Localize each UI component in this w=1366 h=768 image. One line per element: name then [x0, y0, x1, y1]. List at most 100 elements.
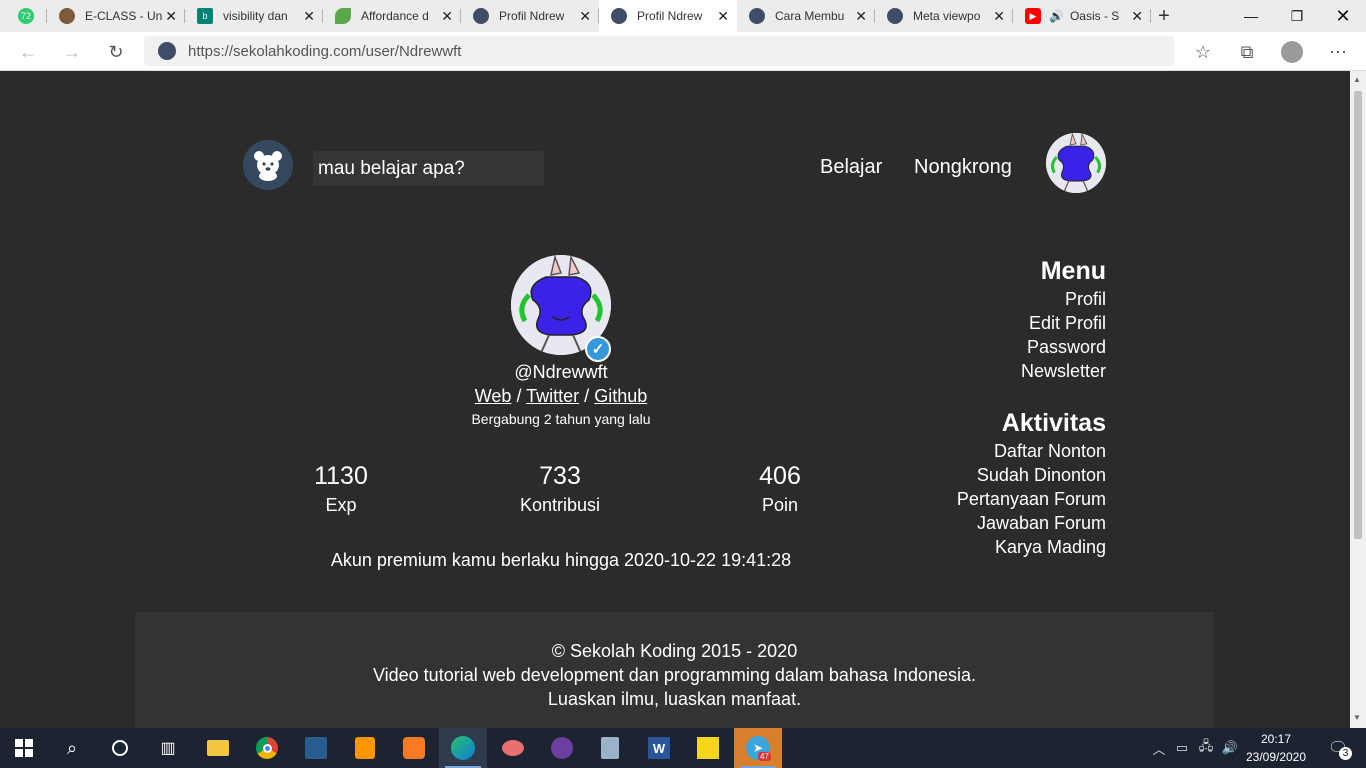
paint-icon[interactable] — [489, 728, 537, 768]
tab-title: Oasis - S — [1069, 9, 1120, 23]
notification-count: 3 — [1339, 747, 1352, 760]
close-icon[interactable]: ✕ — [993, 8, 1005, 25]
footer-copyright: © Sekolah Koding 2015 - 2020 — [551, 641, 798, 661]
close-icon[interactable]: ✕ — [165, 8, 177, 25]
close-icon[interactable]: ✕ — [441, 8, 453, 25]
tab-profil-1[interactable]: Profil Ndrew ✕ — [461, 0, 599, 32]
activity-item-daftar-nonton[interactable]: Daftar Nonton — [994, 441, 1106, 462]
profile-social-links: Web / Twitter / Github — [361, 386, 761, 407]
notification-center-icon[interactable]: 🗨 3 — [1320, 728, 1356, 768]
user-avatar-image — [1046, 133, 1106, 193]
word-icon[interactable]: W — [635, 728, 683, 768]
tab-visibility[interactable]: b visibility dan ✕ — [185, 0, 323, 32]
menu-item-newsletter[interactable]: Newsletter — [1021, 361, 1106, 382]
sekolahkoding-icon — [473, 8, 489, 24]
sekolahkoding-icon — [611, 8, 627, 24]
tab-title: Meta viewpo — [913, 9, 981, 23]
edge-icon[interactable] — [439, 728, 487, 768]
tab-meta-viewport[interactable]: Meta viewpo ✕ — [875, 0, 1013, 32]
tab-title: Profil Ndrew — [637, 9, 703, 23]
leaf-icon — [335, 8, 351, 24]
tab-profil-active[interactable]: Profil Ndrew ✕ — [599, 0, 737, 32]
tab-cara-membuat[interactable]: Cara Membu ✕ — [737, 0, 875, 32]
collections-icon[interactable]: ⧉ — [1233, 38, 1261, 66]
premium-notice: Akun premium kamu berlaku hingga 2020-10… — [330, 550, 792, 570]
forward-button[interactable]: → — [58, 38, 86, 66]
menu-item-edit-profil[interactable]: Edit Profil — [1029, 313, 1106, 334]
file-explorer-icon[interactable] — [194, 728, 242, 768]
chrome-icon[interactable] — [243, 728, 291, 768]
tab-badge-count: 72 — [20, 11, 31, 21]
site-info-icon[interactable] — [158, 42, 176, 60]
url-text[interactable]: https://sekolahkoding.com/user/Ndrewwft — [188, 43, 461, 60]
network-icon[interactable]: 🖧 — [1196, 728, 1216, 768]
profile-username: @Ndrewwft — [514, 362, 608, 382]
close-icon[interactable]: ✕ — [1131, 8, 1143, 25]
tab-eclass[interactable]: E-CLASS - Un ✕ — [47, 0, 185, 32]
address-bar[interactable]: https://sekolahkoding.com/user/Ndrewwft — [144, 36, 1174, 66]
tab-oasis[interactable]: ▶ 🔊 Oasis - S ✕ — [1013, 0, 1151, 32]
restore-button[interactable]: ❐ — [1274, 0, 1320, 32]
menu-item-profil[interactable]: Profil — [1065, 289, 1106, 310]
sticky-notes-icon[interactable] — [684, 728, 732, 768]
mysql-workbench-icon[interactable] — [292, 728, 340, 768]
volume-icon[interactable]: 🔊 — [1220, 728, 1240, 768]
back-button[interactable]: ← — [14, 38, 42, 66]
link-separator: / — [584, 386, 590, 406]
task-view-icon[interactable]: ▥ — [144, 728, 192, 768]
minimize-button[interactable]: — — [1228, 0, 1274, 32]
tab-affordance[interactable]: Affordance d ✕ — [323, 0, 461, 32]
footer-tagline: Video tutorial web development dan progr… — [372, 665, 977, 685]
tab-pinned[interactable]: 72 — [0, 0, 47, 32]
refresh-button[interactable]: ↻ — [102, 38, 130, 66]
tray-chevron-icon[interactable]: ︿ — [1150, 728, 1168, 768]
battery-icon[interactable]: ▭ — [1172, 728, 1192, 768]
search-input[interactable] — [313, 151, 544, 186]
start-button[interactable] — [0, 728, 48, 768]
green-badge-icon: 72 — [18, 8, 34, 24]
new-tab-button[interactable]: + — [1152, 4, 1176, 28]
scroll-thumb[interactable] — [1354, 91, 1362, 539]
close-icon[interactable]: ✕ — [855, 8, 867, 25]
telegram-icon[interactable]: ➤ 47 — [734, 728, 782, 768]
xampp-icon[interactable] — [390, 728, 438, 768]
cortana-icon[interactable] — [96, 728, 144, 768]
activity-item-pertanyaan-forum[interactable]: Pertanyaan Forum — [957, 489, 1106, 510]
profile-avatar[interactable] — [1278, 38, 1306, 66]
close-icon[interactable]: ✕ — [579, 8, 591, 25]
header-avatar[interactable] — [1046, 133, 1106, 193]
media-player-icon[interactable] — [538, 728, 586, 768]
search-icon[interactable]: ⌕ — [48, 728, 96, 768]
stat-poin-value: 406 — [759, 462, 801, 490]
sekolahkoding-icon — [749, 8, 765, 24]
sekolahkoding-logo[interactable] — [243, 140, 293, 190]
activity-item-sudah-dinonton[interactable]: Sudah Dinonton — [977, 465, 1106, 486]
clock[interactable]: 20:17 23/09/2020 — [1240, 730, 1312, 766]
close-icon[interactable]: ✕ — [717, 8, 729, 25]
link-twitter[interactable]: Twitter — [526, 386, 579, 406]
speaker-icon[interactable]: 🔊 — [1049, 9, 1064, 23]
favorites-icon[interactable]: ☆ — [1189, 38, 1217, 66]
clock-date: 23/09/2020 — [1245, 750, 1307, 764]
close-icon[interactable]: ✕ — [303, 8, 315, 25]
bear-icon — [254, 151, 282, 181]
link-web[interactable]: Web — [475, 386, 512, 406]
scroll-up-icon[interactable]: ▲ — [1353, 75, 1361, 84]
calculator-icon[interactable] — [586, 728, 634, 768]
browser-tab-strip: 72 E-CLASS - Un ✕ b visibility dan ✕ Aff… — [0, 0, 1366, 32]
verified-badge-icon: ✓ — [585, 336, 611, 362]
aktivitas-heading: Aktivitas — [1001, 409, 1106, 437]
activity-item-karya-mading[interactable]: Karya Mading — [995, 537, 1106, 558]
clock-time: 20:17 — [1260, 732, 1292, 746]
tab-title: Affordance d — [361, 9, 429, 23]
scroll-down-icon[interactable]: ▼ — [1353, 713, 1361, 722]
nav-belajar[interactable]: Belajar — [820, 156, 882, 179]
menu-item-password[interactable]: Password — [1027, 337, 1106, 358]
sublime-text-icon[interactable] — [341, 728, 389, 768]
link-github[interactable]: Github — [594, 386, 647, 406]
nav-nongkrong[interactable]: Nongkrong — [914, 156, 1012, 179]
activity-item-jawaban-forum[interactable]: Jawaban Forum — [977, 513, 1106, 534]
more-menu-icon[interactable]: ⋯ — [1324, 38, 1352, 66]
close-window-button[interactable]: ✕ — [1320, 0, 1366, 32]
page-scrollbar[interactable]: ▲ ▼ — [1350, 71, 1366, 728]
